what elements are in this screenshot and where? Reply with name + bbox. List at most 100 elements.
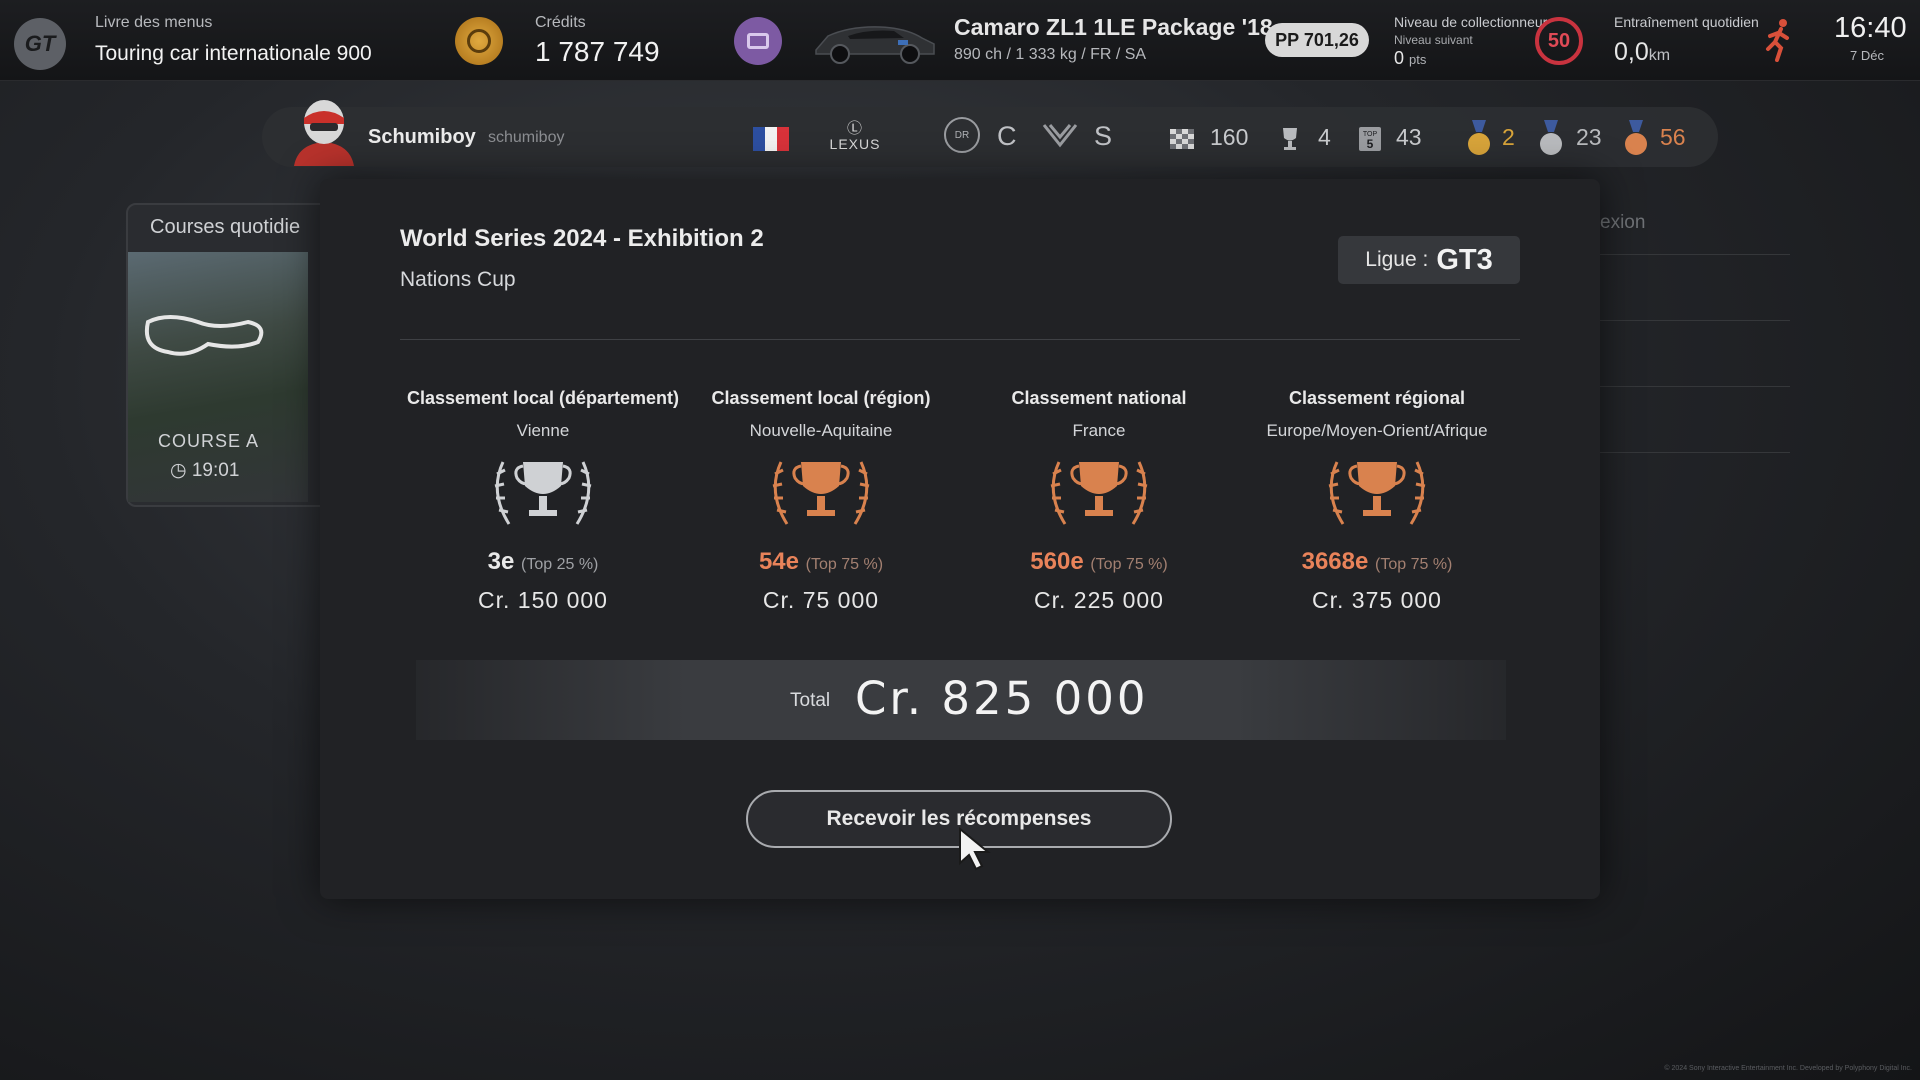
pp-badge: PP 701,26 — [1265, 23, 1369, 57]
background-divider — [1590, 452, 1790, 453]
profile-name: Schumiboy — [368, 126, 476, 148]
ranking-area: Nouvelle-Aquitaine — [749, 421, 893, 440]
rank-value: 560e — [1030, 548, 1084, 575]
clock-date: 7 Déc — [1850, 48, 1884, 63]
ranking-column: Classement national France 560e (Top 75 … — [960, 388, 1238, 614]
gt-logo-icon[interactable]: GT — [14, 18, 66, 70]
ranking-area: Vienne — [516, 421, 570, 440]
ranking-prize: Cr. 375 000 — [1312, 587, 1442, 613]
bronze-trophy-icon — [1328, 461, 1426, 525]
ranking-title: Classement local (région) — [711, 388, 931, 408]
training-label: Entraînement quotidien — [1614, 14, 1759, 30]
manufacturer-logo: Ⓛ LEXUS — [818, 120, 892, 152]
car-specs: 890 ch / 1 333 kg / FR / SA — [954, 46, 1147, 63]
copyright-note: © 2024 Sony Interactive Entertainment In… — [1664, 1065, 1912, 1072]
background-divider — [1590, 320, 1790, 321]
collector-points-value: 0 — [1394, 48, 1405, 68]
league-label: Ligue : — [1365, 248, 1429, 271]
league-badge: Ligue : GT3 — [1338, 236, 1520, 284]
ranking-prize: Cr. 75 000 — [762, 587, 880, 613]
sportsmanship-rating-letter: S — [1094, 121, 1113, 151]
background-divider — [1590, 254, 1790, 255]
ranking-position: 560e (Top 75 %) — [960, 548, 1238, 576]
top5-count: 43 — [1396, 124, 1422, 150]
rank-value: 3e — [487, 548, 515, 575]
top-status-bar: GT Livre des menus Touring car internati… — [0, 0, 1920, 81]
silver-medal-icon — [1540, 120, 1562, 155]
menu-book-label: Livre des menus — [95, 14, 213, 31]
ranking-title: Classement régional — [1288, 388, 1466, 408]
sportsmanship-rating-badge-icon — [1042, 124, 1078, 148]
clock-icon: ◷ — [170, 460, 192, 481]
menu-book-value[interactable]: Touring car internationale 900 — [95, 42, 372, 66]
races-count: 160 — [1210, 124, 1249, 150]
course-label: COURSE A — [158, 431, 260, 451]
driver-rating-letter: C — [997, 121, 1017, 151]
trophy-icon — [1283, 128, 1297, 150]
ranking-position: 54e (Top 75 %) — [682, 548, 960, 576]
collector-label: Niveau de collectionneur — [1394, 14, 1548, 30]
ranking-title: Classement national — [1011, 388, 1187, 408]
credits-value: 1 787 749 — [535, 36, 660, 67]
ranking-area: Europe/Moyen-Orient/Afrique — [1266, 421, 1488, 440]
track-map-icon — [145, 315, 264, 356]
ranking-column: Classement local (région) Nouvelle-Aquit… — [682, 388, 960, 614]
garage-icon[interactable] — [734, 17, 782, 65]
collector-points: 0 pts — [1394, 48, 1426, 69]
car-thumbnail[interactable] — [810, 14, 940, 66]
bronze-medal-count: 56 — [1660, 124, 1686, 150]
event-subtitle: Nations Cup — [400, 268, 516, 291]
daily-races-title: Courses quotidie — [150, 216, 301, 238]
event-title: World Series 2024 - Exhibition 2 — [400, 225, 764, 252]
wins-count: 4 — [1318, 124, 1331, 150]
silver-trophy-icon — [494, 461, 592, 525]
gt-logo-text: GT — [24, 31, 56, 56]
total-label: Total — [790, 690, 831, 711]
rank-percent: (Top 75 %) — [1375, 556, 1453, 573]
ranking-position: 3e (Top 25 %) — [404, 548, 682, 576]
collector-next-label: Niveau suivant — [1394, 33, 1473, 47]
ranking-title: Classement local (département) — [406, 388, 680, 408]
gold-medal-icon — [1468, 120, 1490, 155]
rank-percent: (Top 75 %) — [1090, 556, 1168, 573]
gold-medal-count: 2 — [1502, 124, 1515, 150]
credits-coin-icon — [455, 17, 503, 65]
manufacturer-name: LEXUS — [829, 136, 881, 152]
bronze-trophy-icon — [772, 461, 870, 525]
rank-value: 54e — [758, 548, 799, 575]
top5-icon: TOP 5 — [1359, 127, 1381, 151]
training-distance: 0,0 — [1614, 38, 1649, 66]
collector-level-badge: 50 — [1535, 17, 1583, 65]
car-name: Camaro ZL1 1LE Package '18 — [954, 14, 1273, 40]
rank-percent: (Top 25 %) — [521, 556, 599, 573]
ranking-area: France — [1072, 421, 1126, 440]
clock-time: 16:40 — [1834, 12, 1907, 44]
total-value: Cr. 825 000 — [855, 672, 1149, 725]
bronze-trophy-icon — [1050, 461, 1148, 525]
dialog-divider — [400, 339, 1520, 340]
course-time-value: 19:01 — [191, 460, 240, 481]
profile-bar[interactable] — [262, 107, 1718, 167]
rank-value: 3668e — [1301, 548, 1369, 575]
background-menu-label: exion — [1600, 212, 1646, 233]
ranking-column: Classement local (département) Vienne 3e… — [404, 388, 682, 614]
rank-percent: (Top 75 %) — [805, 556, 884, 573]
cursor-arrow-icon — [959, 827, 991, 871]
league-value: GT3 — [1436, 243, 1493, 276]
collector-points-unit: pts — [1409, 52, 1427, 67]
ranking-position: 3668e (Top 75 %) — [1238, 548, 1516, 576]
ranking-prize: Cr. 150 000 — [478, 587, 608, 613]
course-time: ◷ 19:01 — [170, 459, 239, 482]
ranking-column: Classement régional Europe/Moyen-Orient/… — [1238, 388, 1516, 614]
credits-label: Crédits — [535, 14, 586, 31]
profile-id: schumiboy — [488, 129, 565, 146]
background-divider — [1590, 386, 1790, 387]
avatar[interactable] — [290, 96, 358, 166]
checkered-flag-icon — [1170, 129, 1194, 149]
ranking-prize: Cr. 225 000 — [1034, 587, 1164, 613]
france-flag-icon — [753, 127, 789, 151]
lexus-emblem-icon: Ⓛ — [846, 120, 863, 137]
training-value: 0,0km — [1614, 38, 1670, 67]
runner-icon — [1766, 19, 1789, 62]
svg-text:5: 5 — [1367, 137, 1374, 151]
